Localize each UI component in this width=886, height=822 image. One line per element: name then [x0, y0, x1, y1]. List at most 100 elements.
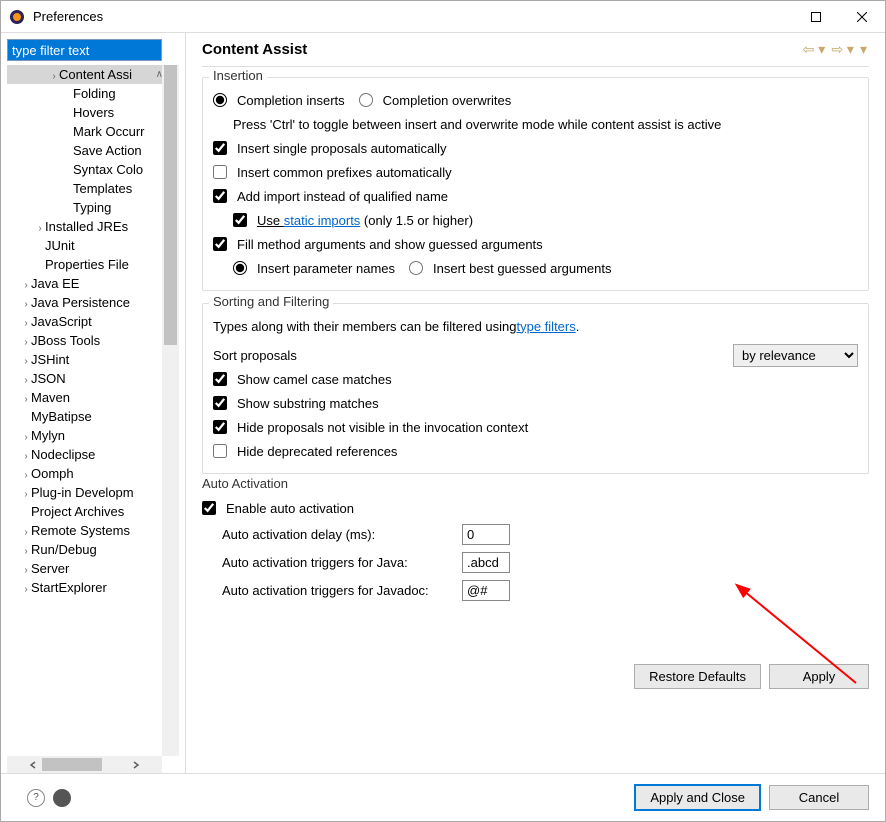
maximize-icon: [811, 12, 821, 22]
auto-delay-label: Auto activation delay (ms):: [202, 527, 462, 542]
tree-item[interactable]: ›StartExplorer: [7, 578, 167, 597]
sort-proposals-label: Sort proposals: [213, 348, 297, 363]
tree-item[interactable]: ›Run/Debug: [7, 540, 167, 559]
tree-item-label: JUnit: [45, 238, 75, 253]
auto-delay-input[interactable]: [462, 524, 510, 545]
bottom-bar: ? Apply and Close Cancel: [1, 773, 885, 821]
restore-defaults-button[interactable]: Restore Defaults: [634, 664, 761, 689]
tree-item[interactable]: ›Oomph: [7, 464, 167, 483]
auto-javadoc-input[interactable]: [462, 580, 510, 601]
insert-param-label: Insert parameter names: [257, 261, 395, 276]
tree-item-label: StartExplorer: [31, 580, 107, 595]
nav-forward-icon[interactable]: ⇨ ▾: [829, 41, 856, 58]
tree-item[interactable]: ›Maven: [7, 388, 167, 407]
tree-caret-icon[interactable]: ›: [21, 580, 31, 599]
insert-common-checkbox[interactable]: [213, 165, 227, 179]
hide-deprecated-checkbox[interactable]: [213, 444, 227, 458]
tree-item[interactable]: ›Save Action: [7, 141, 167, 160]
auto-title: Auto Activation: [202, 476, 292, 491]
insert-param-radio[interactable]: [233, 261, 247, 275]
insert-single-label: Insert single proposals automatically: [237, 141, 447, 156]
static-imports-link[interactable]: static imports: [284, 213, 361, 228]
tree-item[interactable]: ›JSON: [7, 369, 167, 388]
hide-deprecated-label: Hide deprecated references: [237, 444, 397, 459]
tree-item-label: JBoss Tools: [31, 333, 100, 348]
tree-item-label: Mylyn: [31, 428, 65, 443]
tree-item-label: Save Action: [73, 143, 142, 158]
maximize-button[interactable]: [793, 1, 839, 33]
nav-menu-icon[interactable]: ▾: [858, 41, 869, 58]
add-import-checkbox[interactable]: [213, 189, 227, 203]
tree-item-label: Java EE: [31, 276, 79, 291]
tree-item-label: Plug-in Developm: [31, 485, 134, 500]
insert-single-checkbox[interactable]: [213, 141, 227, 155]
filter-input[interactable]: [7, 39, 162, 61]
completion-inserts-radio[interactable]: [213, 93, 227, 107]
tree-item[interactable]: ›JSHint: [7, 350, 167, 369]
auto-java-input[interactable]: [462, 552, 510, 573]
tree-scrollbar-horizontal[interactable]: [7, 756, 162, 773]
nav-back-icon[interactable]: ⇦ ▾: [801, 41, 828, 58]
tree-item-label: Remote Systems: [31, 523, 130, 538]
insert-best-radio[interactable]: [409, 261, 423, 275]
tree-item-label: Server: [31, 561, 69, 576]
nav-arrows: ⇦ ▾ ⇨ ▾ ▾: [801, 41, 869, 58]
tree-item[interactable]: ›Installed JREs: [7, 217, 167, 236]
record-icon[interactable]: [53, 789, 71, 807]
types-along-text: Types along with their members can be fi…: [213, 319, 517, 334]
show-camel-label: Show camel case matches: [237, 372, 392, 387]
show-substring-label: Show substring matches: [237, 396, 379, 411]
tree-item-label: Properties File: [45, 257, 129, 272]
tree-item[interactable]: ›MyBatipse: [7, 407, 167, 426]
tree-item[interactable]: ›Templates: [7, 179, 167, 198]
sort-proposals-select[interactable]: by relevance: [733, 344, 858, 367]
hide-proposals-label: Hide proposals not visible in the invoca…: [237, 420, 528, 435]
tree-item-label: Project Archives: [31, 504, 124, 519]
add-import-label: Add import instead of qualified name: [237, 189, 448, 204]
tree-item-label: Nodeclipse: [31, 447, 95, 462]
window-title: Preferences: [33, 9, 793, 24]
tree-item[interactable]: ›Project Archives: [7, 502, 167, 521]
insert-best-label: Insert best guessed arguments: [433, 261, 612, 276]
tree-item[interactable]: ›Java Persistence: [7, 293, 167, 312]
fill-method-checkbox[interactable]: [213, 237, 227, 251]
type-filters-link[interactable]: type filters: [517, 319, 576, 334]
tree-item[interactable]: ›Typing: [7, 198, 167, 217]
tree-item[interactable]: ›Hovers: [7, 103, 167, 122]
tree-item[interactable]: ›Nodeclipse: [7, 445, 167, 464]
titlebar: Preferences: [1, 1, 885, 33]
apply-button[interactable]: Apply: [769, 664, 869, 689]
auto-activation-group: Auto Activation Enable auto activation A…: [202, 486, 869, 614]
enable-auto-checkbox[interactable]: [202, 501, 216, 515]
tree-caret-icon[interactable]: ›: [49, 67, 59, 86]
close-button[interactable]: [839, 1, 885, 33]
apply-and-close-button[interactable]: Apply and Close: [634, 784, 761, 811]
hide-proposals-checkbox[interactable]: [213, 420, 227, 434]
show-substring-checkbox[interactable]: [213, 396, 227, 410]
insertion-title: Insertion: [209, 68, 267, 83]
tree-item[interactable]: ›Mark Occurr: [7, 122, 167, 141]
tree-item[interactable]: ›JavaScript: [7, 312, 167, 331]
tree-item[interactable]: ›Content Assi ∧: [7, 65, 167, 84]
tree-item[interactable]: ›Folding: [7, 84, 167, 103]
use-static-checkbox[interactable]: [233, 213, 247, 227]
preferences-tree[interactable]: ›Content Assi ∧›Folding›Hovers›Mark Occu…: [7, 65, 179, 773]
tree-item[interactable]: ›Mylyn: [7, 426, 167, 445]
tree-item[interactable]: ›Properties File: [7, 255, 167, 274]
tree-item[interactable]: ›Remote Systems: [7, 521, 167, 540]
tree-item-label: Mark Occurr: [73, 124, 145, 139]
tree-item-label: Hovers: [73, 105, 114, 120]
tree-scrollbar-vertical[interactable]: [162, 65, 179, 756]
tree-item[interactable]: ›Syntax Colo: [7, 160, 167, 179]
tree-item[interactable]: ›Plug-in Developm: [7, 483, 167, 502]
tree-item[interactable]: ›Java EE: [7, 274, 167, 293]
tree-item-label: JSHint: [31, 352, 69, 367]
cancel-button[interactable]: Cancel: [769, 785, 869, 810]
help-icon[interactable]: ?: [27, 789, 45, 807]
tree-item[interactable]: ›Server: [7, 559, 167, 578]
tree-item[interactable]: ›JUnit: [7, 236, 167, 255]
eclipse-icon: [9, 9, 25, 25]
show-camel-checkbox[interactable]: [213, 372, 227, 386]
tree-item[interactable]: ›JBoss Tools: [7, 331, 167, 350]
completion-overwrites-radio[interactable]: [359, 93, 373, 107]
